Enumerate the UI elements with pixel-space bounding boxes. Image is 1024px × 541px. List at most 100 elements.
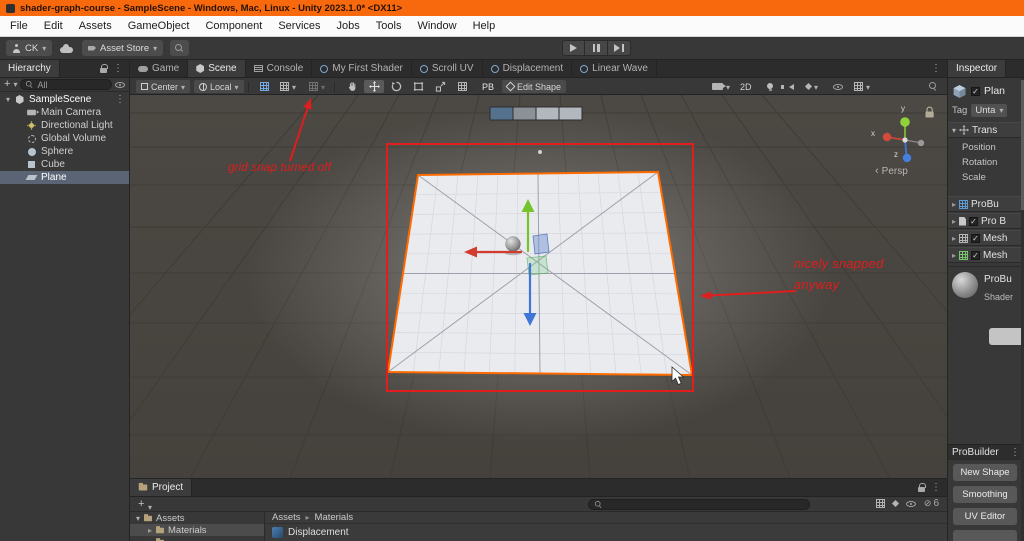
panel-menu-icon[interactable] [931,63,941,74]
add-object-icon[interactable] [4,79,10,90]
add-asset-icon[interactable] [138,499,144,510]
panel-menu-icon[interactable] [1010,447,1020,458]
breadcrumb-assets[interactable]: Assets [272,512,301,523]
tab-my-first-shader[interactable]: My First Shader [312,60,412,77]
view-gizmo-persp-label[interactable]: Persp [875,165,908,177]
effects-dropdown[interactable] [800,80,824,93]
handle-space-dropdown[interactable]: Local [194,80,244,93]
cube-object[interactable] [532,233,550,255]
menu-item-tools[interactable]: Tools [368,16,410,36]
menu-item-help[interactable]: Help [465,16,504,36]
component-mesh-collider[interactable]: Mesh [948,247,1024,263]
menu-item-gameobject[interactable]: GameObject [120,16,198,36]
tag-dropdown[interactable]: Unta [971,104,1008,117]
search-scene-button[interactable] [923,80,943,93]
search-everything-button[interactable] [170,40,189,56]
cut-off-button[interactable] [953,530,1017,541]
uv-editor-button[interactable]: UV Editor [953,508,1017,525]
component-enabled-checkbox[interactable] [971,233,981,243]
tab-scene[interactable]: Scene [188,60,246,77]
hierarchy-item-global-volume[interactable]: Global Volume [0,132,129,145]
move-tool-button[interactable] [364,80,384,93]
panel-menu-icon[interactable] [113,63,123,74]
asset-item-displacement[interactable]: Displacement [266,524,947,541]
label-filter-icon[interactable] [891,499,899,508]
active-checkbox[interactable] [971,86,980,96]
transform-rotation-row[interactable]: Rotation [948,155,1024,169]
hierarchy-search-input[interactable]: All [20,79,112,90]
menu-item-services[interactable]: Services [270,16,328,36]
hierarchy-item-sphere[interactable]: Sphere [0,145,129,158]
grid-settings-dropdown[interactable] [850,80,874,93]
component-mesh-renderer[interactable]: Mesh [948,230,1024,246]
pivot-mode-dropdown[interactable]: Center [136,80,191,93]
tab-linear-wave[interactable]: Linear Wave [572,60,657,77]
tab-displacement[interactable]: Displacement [483,60,573,77]
cloud-icon[interactable] [60,44,73,53]
component-probuilder-mesh[interactable]: ProBu [948,196,1024,212]
cut-off-light-button[interactable] [989,328,1024,345]
tab-console[interactable]: Console [246,60,313,77]
chevron-down-icon[interactable] [13,79,17,90]
tab-inspector[interactable]: Inspector [948,60,1007,77]
foldout-caret-icon[interactable] [6,94,10,105]
transform-scale-row[interactable]: Scale [948,170,1024,184]
hierarchy-item-plane[interactable]: Plane [0,171,129,184]
preview-icon[interactable] [905,500,916,507]
panel-menu-icon[interactable] [931,482,941,493]
hierarchy-item-directional-light[interactable]: Directional Light [0,119,129,132]
tree-item-assets[interactable]: Assets [130,512,264,524]
tree-item-materials[interactable]: Materials [130,524,264,536]
hierarchy-scene-row[interactable]: SampleScene [0,93,129,106]
component-enabled-checkbox[interactable] [971,250,981,260]
scene-options-icon[interactable] [115,94,125,105]
menu-item-assets[interactable]: Assets [71,16,120,36]
account-button[interactable]: CK [6,40,53,56]
project-search-input[interactable] [588,498,810,510]
scene-visibility-icon[interactable] [115,81,125,88]
component-enabled-checkbox[interactable] [969,216,979,226]
rect-tool-button[interactable] [408,80,428,93]
tree-item-cut-off[interactable] [130,536,264,541]
sphere-object[interactable] [505,236,521,252]
camera-settings-dropdown[interactable] [708,80,734,93]
audio-toggle[interactable] [780,80,800,93]
menu-item-file[interactable]: File [2,16,36,36]
grid-snap-toggle[interactable] [276,80,300,93]
play-button[interactable] [562,40,585,56]
lock-icon[interactable] [918,483,926,492]
menu-item-edit[interactable]: Edit [36,16,71,36]
hidden-packages-indicator[interactable]: 6 [924,498,939,509]
tab-project[interactable]: Project [130,479,193,496]
menu-item-component[interactable]: Component [197,16,270,36]
material-preview-sphere[interactable] [952,272,978,298]
transform-position-row[interactable]: Position [948,140,1024,154]
plane-top-handle[interactable] [538,150,542,154]
snap-increment-dropdown[interactable] [304,80,330,93]
tab-scroll-uv[interactable]: Scroll UV [412,60,483,77]
gizmo-x-ball[interactable] [882,132,892,142]
tool-overlay-segments[interactable] [489,106,583,121]
lighting-toggle[interactable] [760,80,780,93]
asset-store-button[interactable]: Asset Store [82,40,164,56]
2d-toggle[interactable]: 2D [740,80,752,93]
breadcrumb-materials[interactable]: Materials [315,512,354,523]
gizmo-y-ball[interactable] [900,117,910,127]
scene-visibility-toggle[interactable] [828,80,848,93]
grid-visibility-toggle[interactable] [254,80,274,93]
probuilder-window-header[interactable]: ProBuilder [948,444,1024,460]
transform-section-header[interactable]: Trans [948,122,1024,138]
step-button[interactable] [608,40,631,56]
menu-item-window[interactable]: Window [409,16,464,36]
tab-game[interactable]: Game [130,60,189,77]
lock-icon[interactable] [100,64,108,73]
hierarchy-item-cube[interactable]: Cube [0,158,129,171]
edit-shape-button[interactable]: Edit Shape [502,80,567,93]
component-probuilder-shape[interactable]: Pro B [948,213,1024,229]
tab-hierarchy[interactable]: Hierarchy [0,60,60,77]
scale-tool-button[interactable] [430,80,450,93]
new-shape-button[interactable]: New Shape [953,464,1017,481]
hierarchy-item-main-camera[interactable]: Main Camera [0,106,129,119]
rotate-tool-button[interactable] [386,80,406,93]
smoothing-button[interactable]: Smoothing [953,486,1017,503]
